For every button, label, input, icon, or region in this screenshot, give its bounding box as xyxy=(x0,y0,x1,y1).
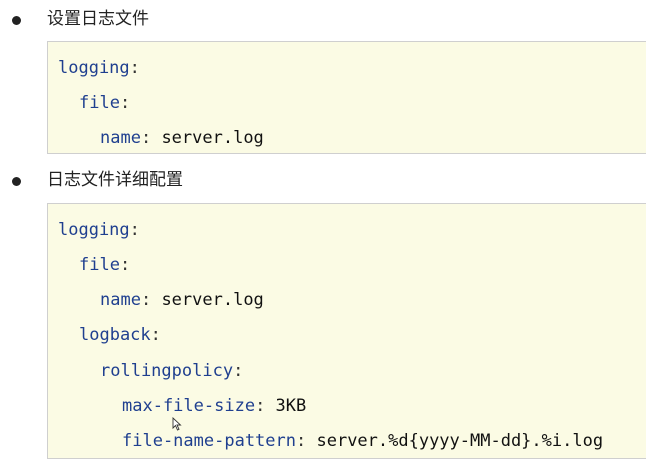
yaml-key: logging xyxy=(58,58,130,78)
section-heading: 日志文件详细配置 xyxy=(47,170,183,190)
yaml-key: file-name-pattern xyxy=(122,431,296,451)
code-line: name: server.log xyxy=(100,124,264,152)
code-line: logging: xyxy=(58,54,140,82)
yaml-colon: : xyxy=(129,58,140,78)
code-block: logging: file: name: server.log xyxy=(47,41,646,154)
yaml-colon: : xyxy=(119,255,131,275)
yaml-key: logging xyxy=(58,220,130,240)
yaml-value: server.log xyxy=(161,128,264,148)
yaml-key: logback xyxy=(79,325,151,345)
yaml-value: server.%d{yyyy-MM-dd}.%i.log xyxy=(316,431,604,451)
yaml-colon: : xyxy=(119,93,131,113)
bullet-icon xyxy=(12,16,21,25)
yaml-value: server.log xyxy=(161,290,264,310)
yaml-key: rollingpolicy xyxy=(100,361,234,381)
yaml-colon: : xyxy=(150,325,161,345)
code-line: file-name-pattern: server.%d{yyyy-MM-dd}… xyxy=(122,427,603,455)
yaml-key: file xyxy=(79,93,120,113)
section-heading: 设置日志文件 xyxy=(47,9,149,29)
code-line: file: xyxy=(79,251,130,279)
yaml-colon: : xyxy=(129,220,140,240)
yaml-colon: : xyxy=(233,361,244,381)
code-line: logging: xyxy=(58,216,140,244)
code-line: name: server.log xyxy=(100,286,264,314)
code-block: logging: file: name: server.log logback:… xyxy=(47,203,646,459)
yaml-key: name xyxy=(100,128,141,148)
yaml-key: max-file-size xyxy=(122,396,256,416)
code-line: max-file-size: 3KB xyxy=(122,392,306,420)
mouse-pointer-icon xyxy=(172,417,182,431)
code-line: logback: xyxy=(79,321,161,349)
code-line: rollingpolicy: xyxy=(100,357,243,385)
yaml-colon: : xyxy=(140,128,162,148)
yaml-colon: : xyxy=(296,431,317,451)
bullet-icon xyxy=(12,177,21,186)
yaml-value: 3KB xyxy=(275,396,307,416)
yaml-key: file xyxy=(79,255,120,275)
code-line: file: xyxy=(79,89,130,117)
yaml-colon: : xyxy=(255,396,276,416)
yaml-colon: : xyxy=(140,290,162,310)
yaml-key: name xyxy=(100,290,141,310)
